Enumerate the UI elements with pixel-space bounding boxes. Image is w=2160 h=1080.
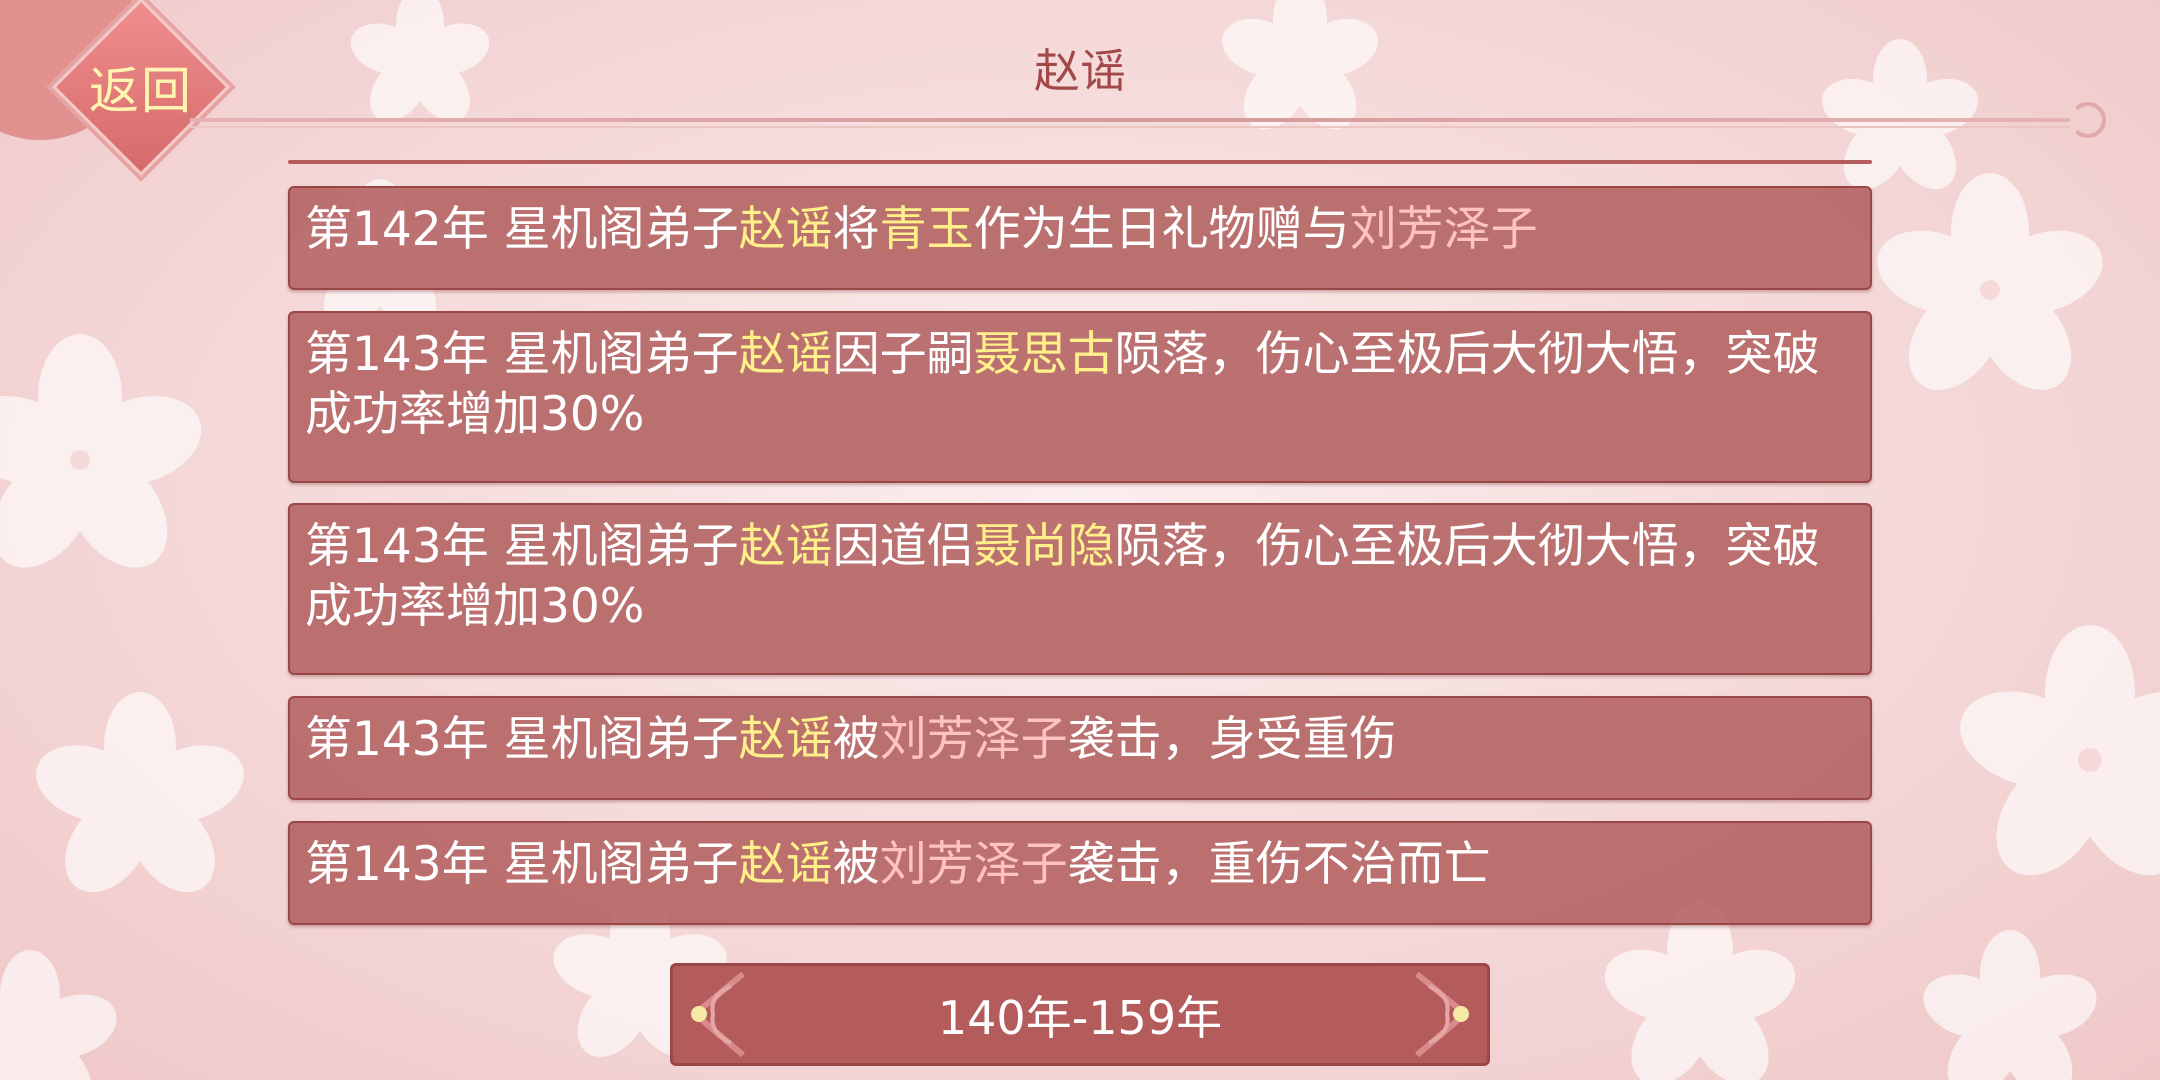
event-text: 第142年 星机阁弟子 — [305, 202, 739, 257]
related-character-name: 刘芳泽子 — [879, 712, 1068, 767]
event-entry: 第142年 星机阁弟子赵谣将青玉作为生日礼物赠与刘芳泽子 — [288, 186, 1872, 290]
page-title: 赵谣 — [1034, 44, 1126, 98]
event-text: 第143年 星机阁弟子 — [305, 327, 739, 382]
event-text: 第143年 星机阁弟子 — [305, 837, 739, 892]
event-text: 因道侣 — [832, 519, 974, 574]
event-text: 被 — [832, 837, 880, 892]
event-entry: 第143年 星机阁弟子赵谣因子嗣聂思古陨落，伤心至极后大彻大悟，突破成功率增加3… — [288, 311, 1872, 483]
year-range-label: 140年-159年 — [937, 990, 1223, 1045]
event-entry: 第143年 星机阁弟子赵谣被刘芳泽子袭击，身受重伤 — [288, 696, 1872, 800]
event-entry: 第143年 星机阁弟子赵谣因道侣聂尚隐陨落，伤心至极后大彻大悟，突破成功率增加3… — [288, 503, 1872, 675]
event-text: 第143年 星机阁弟子 — [305, 519, 739, 574]
event-text: 袭击，身受重伤 — [1067, 712, 1397, 767]
list-top-border — [288, 160, 1872, 164]
highlighted-name: 赵谣 — [738, 837, 833, 892]
event-text: 因子嗣 — [832, 327, 974, 382]
event-text: 被 — [832, 712, 880, 767]
highlighted-name: 赵谣 — [738, 519, 833, 574]
event-text: 作为生日礼物赠与 — [973, 202, 1350, 257]
highlighted-name: 赵谣 — [738, 327, 833, 382]
event-entry: 第143年 星机阁弟子赵谣被刘芳泽子袭击，重伤不治而亡 — [288, 821, 1872, 925]
event-text: 第143年 星机阁弟子 — [305, 712, 739, 767]
highlighted-name: 聂思古 — [973, 327, 1115, 382]
related-character-name: 刘芳泽子 — [1349, 202, 1538, 257]
highlighted-name: 聂尚隐 — [973, 519, 1115, 574]
highlighted-name: 赵谣 — [738, 202, 833, 257]
prev-page-button[interactable] — [673, 966, 763, 1063]
title-divider-secondary — [190, 126, 2070, 128]
highlighted-name: 青玉 — [879, 202, 974, 257]
year-range-pager: 140年-159年 — [670, 963, 1490, 1066]
highlighted-name: 赵谣 — [738, 712, 833, 767]
title-divider — [190, 118, 2070, 122]
swirl-ornament-icon — [2070, 102, 2106, 138]
chevron-left-icon — [690, 971, 745, 1058]
next-page-button[interactable] — [1397, 966, 1487, 1063]
chevron-right-icon — [1415, 971, 1470, 1058]
event-text: 袭击，重伤不治而亡 — [1067, 837, 1491, 892]
related-character-name: 刘芳泽子 — [879, 837, 1068, 892]
event-text: 将 — [832, 202, 880, 257]
